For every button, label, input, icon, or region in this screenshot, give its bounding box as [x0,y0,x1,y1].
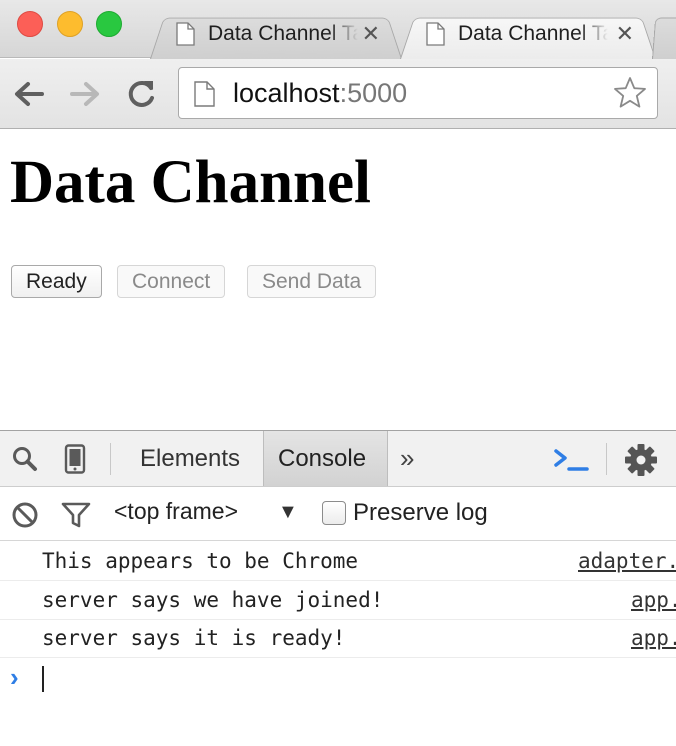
page-icon [426,22,445,46]
toolbar-divider [606,443,607,475]
send-data-button[interactable]: Send Data [247,265,377,298]
page-icon [176,22,195,46]
url-port: :5000 [339,78,408,108]
preserve-log-label[interactable]: Preserve log [353,499,488,527]
url-text: localhost:5000 [233,78,407,109]
gear-icon[interactable] [624,443,658,477]
log-message: server says it is ready! [42,626,346,650]
chevron-down-icon[interactable]: ▼ [278,501,298,524]
forward-arrow-icon[interactable] [67,76,103,112]
url-host: localhost [233,78,340,108]
tab-console[interactable]: Console [263,431,388,486]
page-icon [194,81,215,107]
window-maximize-button[interactable] [96,11,122,37]
page-content: Data Channel Ready Connect Send Data [0,130,676,430]
search-icon[interactable] [12,446,38,472]
more-tabs-button[interactable]: » [400,443,414,474]
console-prompt[interactable]: › [0,659,676,699]
window-minimize-button[interactable] [57,11,83,37]
log-source-link[interactable]: adapter. [578,549,676,573]
frame-select[interactable]: <top frame> [114,498,238,525]
browser-toolbar: localhost:5000 [0,59,676,129]
console-drawer-icon[interactable] [553,445,589,473]
device-mode-icon[interactable] [64,444,86,474]
log-source-link[interactable]: app. [631,588,676,612]
tab-label: Data Channel Tab [458,22,608,45]
window-close-button[interactable] [17,11,43,37]
console-log-row: This appears to be Chrome adapter. [0,543,676,581]
tab-close-icon[interactable]: ✕ [616,21,634,47]
star-icon[interactable] [613,76,647,110]
page-title: Data Channel [10,149,371,216]
address-bar[interactable]: localhost:5000 [178,67,658,119]
devtools-panel: Elements Console » <top frame> ▼ Preserv… [0,430,676,746]
browser-tab-2[interactable]: Data Channel Tab ✕ [400,12,656,59]
reload-icon[interactable] [123,76,159,112]
console-log-row: server says it is ready! app. [0,620,676,658]
console-filter-bar: <top frame> ▼ Preserve log [0,487,676,541]
clear-icon[interactable] [11,501,39,529]
new-tab-button[interactable] [652,12,676,59]
log-message: This appears to be Chrome [42,549,359,573]
console-log-row: server says we have joined! app. [0,582,676,620]
tab-elements[interactable]: Elements [126,431,254,486]
log-source-link[interactable]: app. [631,626,676,650]
toolbar-divider [110,443,111,475]
filter-icon[interactable] [61,502,91,528]
ready-button[interactable]: Ready [11,265,102,298]
text-caret [42,666,44,692]
browser-tab-1[interactable]: Data Channel Tab ✕ [150,12,402,59]
log-message: server says we have joined! [42,588,384,612]
back-arrow-icon[interactable] [11,76,47,112]
devtools-tab-bar: Elements Console » [0,431,676,487]
tab-close-icon[interactable]: ✕ [362,21,380,47]
prompt-chevron-icon: › [10,662,19,692]
tab-label: Data Channel Tab [208,22,358,45]
connect-button[interactable]: Connect [117,265,226,298]
title-bar: Data Channel Tab ✕ Data Channel Tab ✕ [0,0,676,59]
preserve-log-checkbox[interactable] [322,501,346,525]
